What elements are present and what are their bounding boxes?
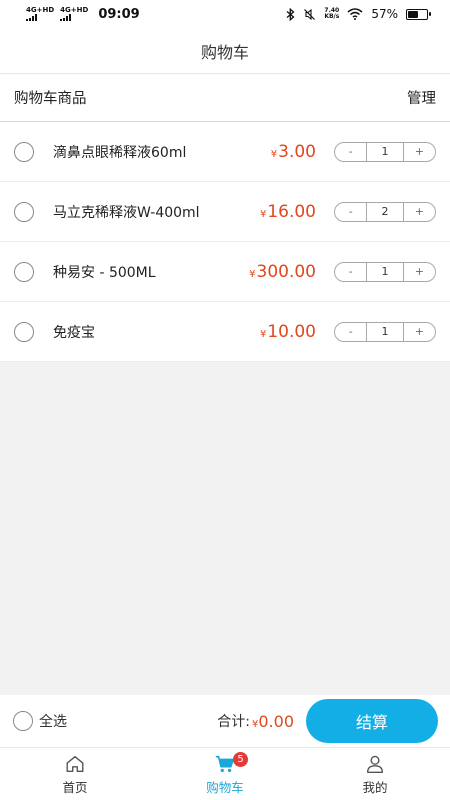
tab-label: 购物车 [206, 779, 244, 795]
increase-button[interactable]: + [404, 203, 435, 221]
item-name: 免疫宝 [53, 324, 95, 341]
select-all-radio[interactable] [13, 711, 33, 731]
item-select-radio[interactable] [14, 201, 34, 222]
quantity-stepper: - 1 + [334, 321, 436, 342]
network-type-1: 4G+HD [26, 6, 55, 14]
quantity-stepper: - 1 + [334, 141, 436, 162]
currency-symbol: ¥ [270, 148, 278, 160]
decrease-button[interactable]: - [335, 323, 366, 341]
item-name: 马立克稀释液W-400ml [53, 204, 200, 221]
decrease-button[interactable]: - [335, 143, 366, 161]
item-price-value: 300.00 [256, 261, 316, 282]
item-name: 滴鼻点眼稀释液60ml [53, 144, 187, 161]
item-price: ¥3.00 [271, 142, 316, 162]
network-speed: 7.40 KB/s [324, 8, 339, 20]
tab-cart[interactable]: 5 购物车 [150, 748, 300, 800]
network-type-2: 4G+HD [60, 6, 89, 14]
select-all-label[interactable]: 全选 [39, 711, 67, 731]
total-amount-value: 0.00 [258, 711, 294, 731]
checkout-bar: 全选 合计: ¥0.00 结算 [0, 695, 450, 748]
decrease-button[interactable]: - [335, 203, 366, 221]
signal-2: 4G+HD [60, 7, 88, 21]
manage-button[interactable]: 管理 [407, 87, 436, 108]
battery-percent: 57% [371, 7, 398, 21]
increase-button[interactable]: + [404, 143, 435, 161]
quantity-stepper: - 1 + [334, 261, 436, 282]
home-icon [66, 755, 84, 772]
cart-item: 马立克稀释液W-400ml ¥16.00 - 2 + [0, 182, 450, 242]
tab-home[interactable]: 首页 [0, 748, 150, 800]
item-select-radio[interactable] [14, 321, 34, 342]
quantity-value[interactable]: 1 [366, 142, 404, 161]
item-select-radio[interactable] [14, 141, 34, 162]
item-price-value: 10.00 [267, 321, 316, 342]
battery-fill [408, 10, 419, 18]
item-name: 种易安 - 500ML [53, 264, 156, 281]
item-price: ¥10.00 [260, 322, 316, 342]
clock: 09:09 [98, 6, 140, 22]
total-label: 合计: [217, 714, 250, 730]
network-speed-unit: KB/s [324, 13, 340, 20]
currency-symbol: ¥ [249, 268, 256, 280]
user-icon [366, 755, 384, 773]
item-price: ¥300.00 [249, 262, 316, 282]
status-bar: 4G+HD 4G+HD 09:09 7.40 KB/s 57% [0, 0, 450, 28]
signal-1: 4G+HD [26, 7, 54, 21]
bluetooth-icon [286, 7, 295, 21]
tab-label: 我的 [362, 779, 388, 795]
quantity-value[interactable]: 2 [366, 202, 404, 221]
status-bar-left: 4G+HD 4G+HD 09:09 [26, 7, 140, 22]
cart-section-header: 购物车商品 管理 [0, 74, 450, 122]
wifi-icon [347, 8, 363, 20]
quantity-stepper: - 2 + [334, 201, 436, 222]
page-title: 购物车 [0, 28, 450, 74]
checkout-button[interactable]: 结算 [306, 699, 438, 743]
increase-button[interactable]: + [404, 263, 435, 281]
decrease-button[interactable]: - [335, 263, 366, 281]
quantity-value[interactable]: 1 [366, 262, 404, 281]
status-bar-right: 7.40 KB/s 57% [286, 7, 431, 21]
cart-item: 免疫宝 ¥10.00 - 1 + [0, 302, 450, 362]
cart-count-badge: 5 [233, 752, 248, 767]
cart-item: 滴鼻点眼稀释液60ml ¥3.00 - 1 + [0, 122, 450, 182]
total-amount: ¥0.00 [252, 712, 294, 731]
increase-button[interactable]: + [404, 323, 435, 341]
item-select-radio[interactable] [14, 261, 34, 282]
item-price-value: 16.00 [267, 201, 316, 222]
mute-icon [304, 8, 316, 20]
quantity-value[interactable]: 1 [366, 322, 404, 341]
tab-label: 首页 [62, 779, 88, 795]
battery-icon [406, 8, 431, 20]
section-label: 购物车商品 [14, 91, 87, 107]
item-price: ¥16.00 [260, 202, 316, 222]
currency-symbol: ¥ [259, 328, 267, 340]
bottom-tab-bar: 首页 5 购物车 我的 [0, 748, 450, 800]
empty-area [0, 362, 450, 695]
signal-bars-icon [60, 14, 72, 21]
item-price-value: 3.00 [278, 141, 316, 162]
cart-item: 种易安 - 500ML ¥300.00 - 1 + [0, 242, 450, 302]
signal-bars-icon [26, 14, 37, 21]
cart-item-list: 滴鼻点眼稀释液60ml ¥3.00 - 1 + 马立克稀释液W-400ml ¥1… [0, 122, 450, 362]
tab-mine[interactable]: 我的 [300, 748, 450, 800]
currency-symbol: ¥ [259, 208, 267, 220]
